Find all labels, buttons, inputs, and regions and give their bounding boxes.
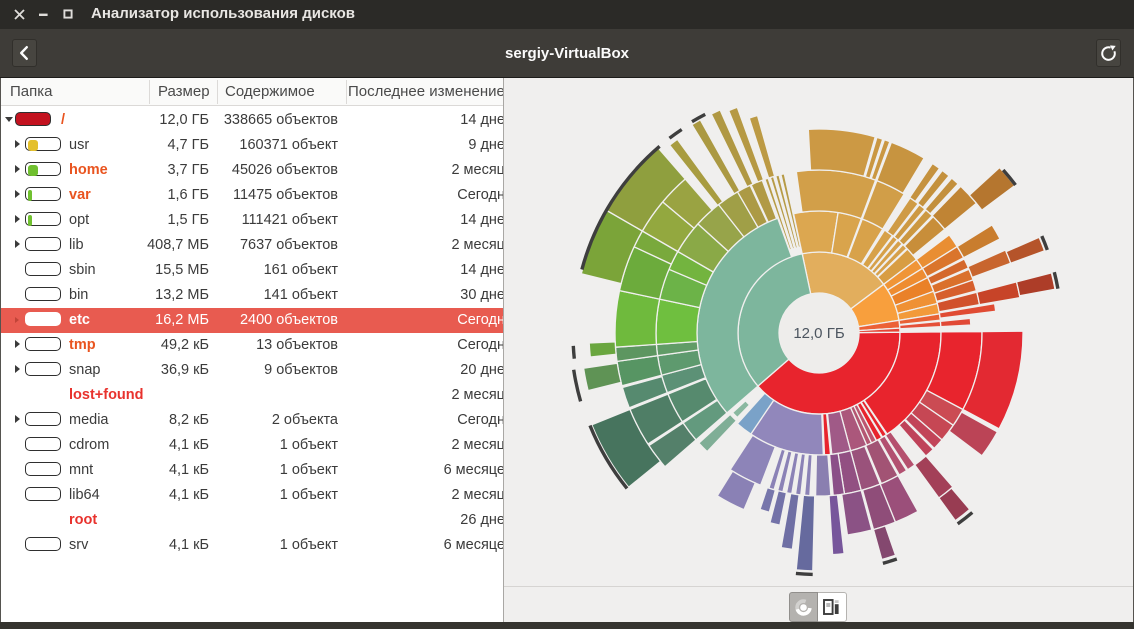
svg-text:12,0 ГБ: 12,0 ГБ xyxy=(793,325,844,342)
